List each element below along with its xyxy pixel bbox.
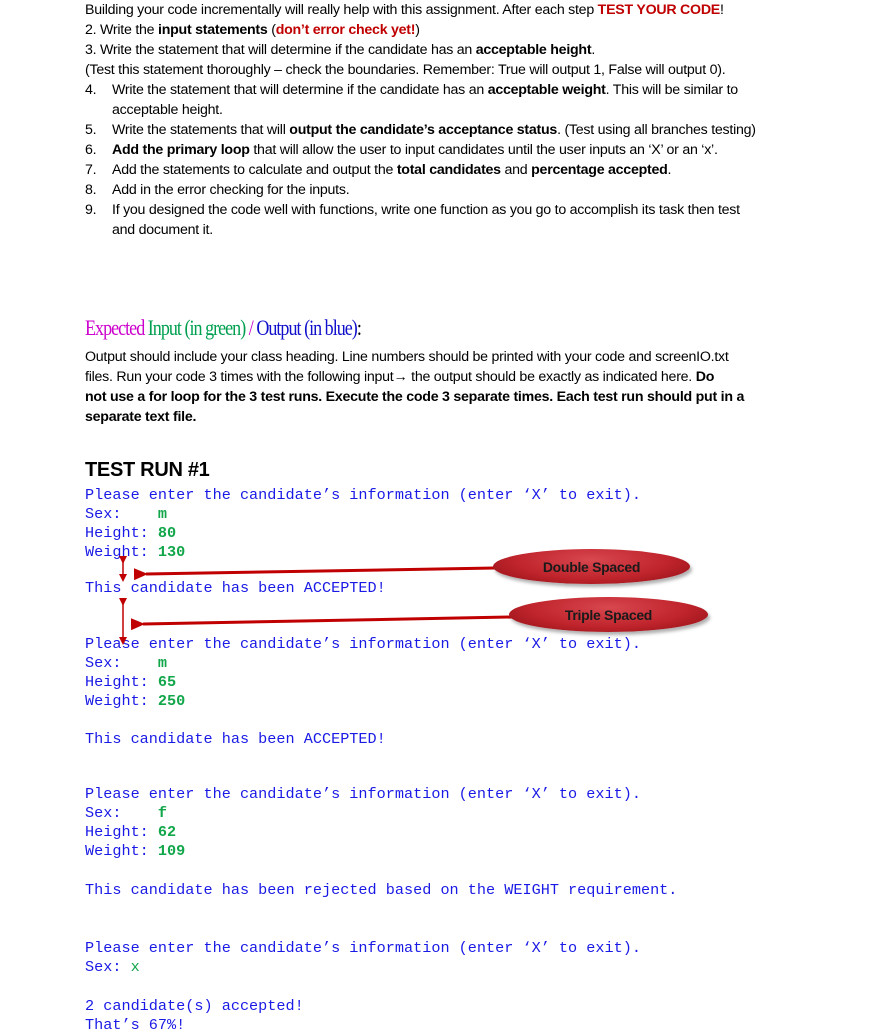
triple-spaced-callout: Triple Spaced — [509, 597, 708, 632]
annotation-arrows — [119, 556, 513, 645]
triple-spaced-pointer-arrow — [130, 615, 513, 631]
double-spaced-pointer-arrow — [133, 566, 496, 581]
double-spaced-callout: Double Spaced — [493, 549, 690, 584]
